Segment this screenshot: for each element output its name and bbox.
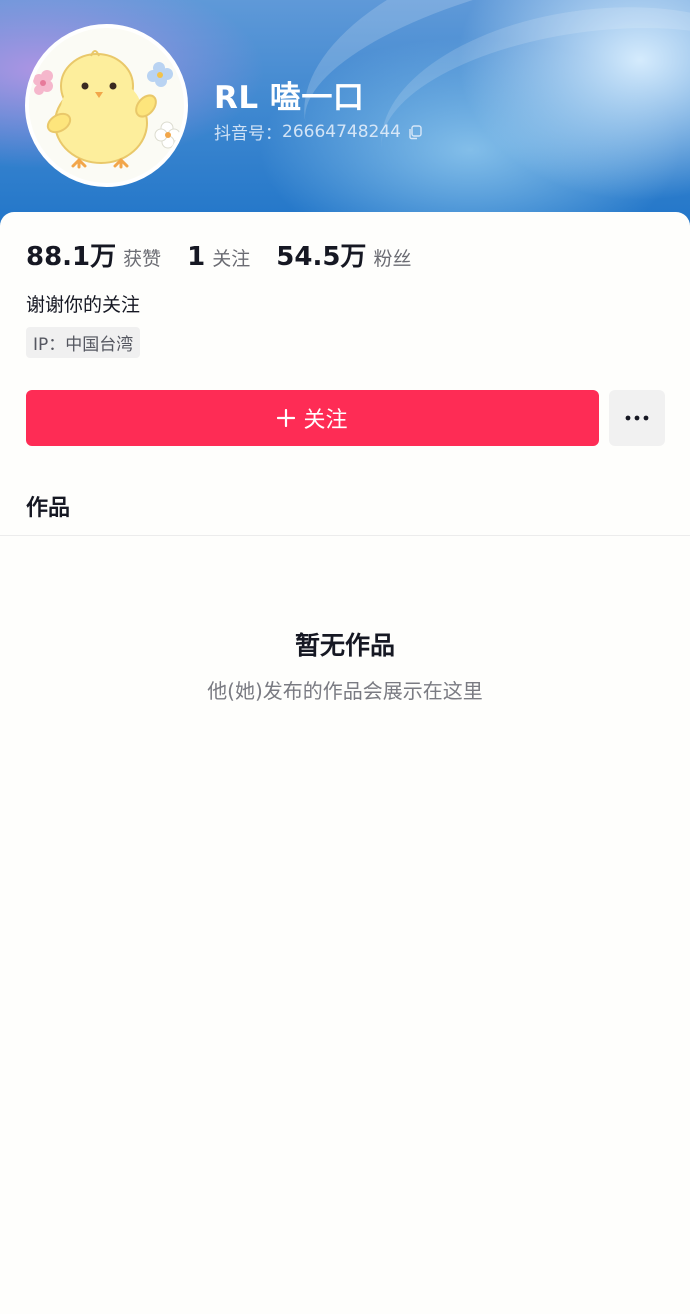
white-flower-icon: [154, 121, 181, 149]
copy-icon[interactable]: [407, 124, 423, 140]
stat-likes[interactable]: 88.1万 获赞: [26, 236, 161, 273]
plus-icon: [277, 409, 296, 427]
follow-button[interactable]: 关注: [26, 390, 599, 446]
blue-flower-icon: [147, 62, 173, 87]
empty-state-subtitle: 他(她)发布的作品会展示在这里: [207, 679, 483, 703]
stat-followers-label: 粉丝: [373, 248, 412, 270]
douyin-id: 抖音号： 26664748244: [214, 119, 423, 144]
tab-divider: [0, 535, 690, 536]
douyin-id-label: 抖音号：: [214, 124, 282, 144]
more-dots-icon: [625, 415, 649, 421]
profile-bio: 谢谢你的关注: [26, 294, 141, 316]
stat-followers-value: 54.5万: [276, 242, 367, 272]
ip-location-badge: IP：中国台湾: [26, 327, 141, 358]
stat-followers[interactable]: 54.5万 粉丝: [276, 236, 411, 273]
follow-button-label: 关注: [303, 408, 348, 433]
stat-likes-value: 88.1万: [26, 242, 117, 272]
tab-works[interactable]: 作品: [26, 490, 70, 522]
stat-following-value: 1: [187, 242, 206, 272]
more-button[interactable]: [609, 390, 665, 446]
pink-flower-icon: [33, 70, 53, 95]
douyin-id-value: 26664748244: [282, 121, 401, 142]
avatar[interactable]: [25, 24, 188, 187]
chick-avatar-illustration: [33, 50, 181, 169]
empty-state-title: 暂无作品: [294, 631, 395, 660]
stat-following-label: 关注: [212, 248, 251, 270]
profile-nickname: RL 嗑一口: [214, 80, 365, 116]
profile-stats: 88.1万 获赞 1 关注 54.5万 粉丝: [26, 236, 437, 273]
stat-following[interactable]: 1 关注: [187, 242, 250, 272]
stat-likes-label: 获赞: [123, 248, 162, 270]
profile-card: [0, 212, 690, 1314]
